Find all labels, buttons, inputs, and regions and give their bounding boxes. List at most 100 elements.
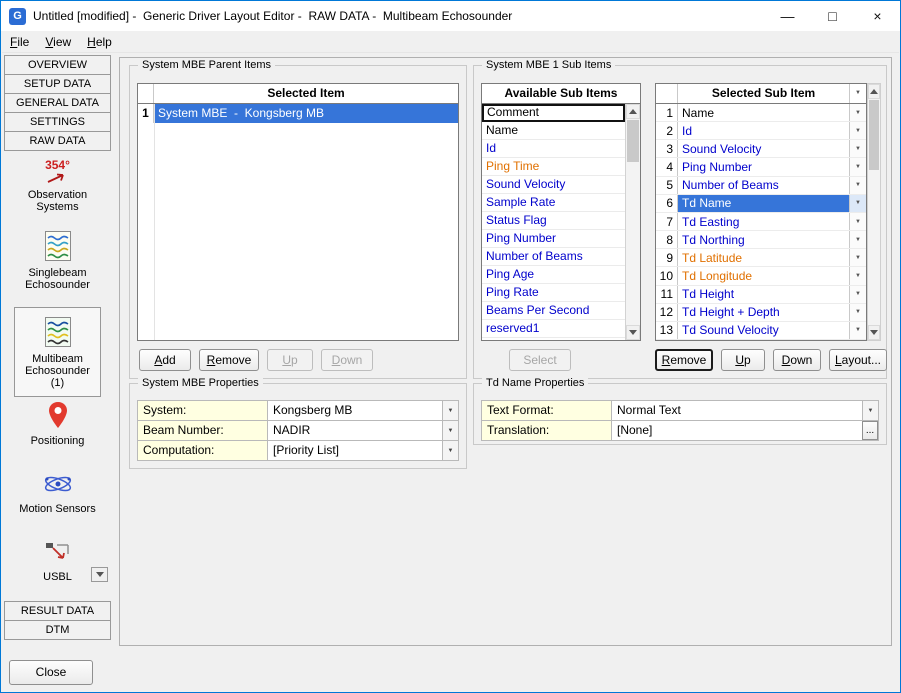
list-item[interactable]: Name: [482, 122, 625, 140]
list-item[interactable]: Comment: [482, 104, 625, 122]
list-item[interactable]: Ping Age: [482, 266, 625, 284]
dropdown-icon[interactable]: ▼: [849, 177, 866, 194]
remove-button[interactable]: Remove: [199, 349, 259, 371]
scroll-down-button[interactable]: [868, 325, 880, 340]
select-button[interactable]: Select: [509, 349, 571, 371]
dropdown-icon[interactable]: ▼: [849, 104, 866, 121]
scroll-down-button[interactable]: [626, 325, 640, 340]
list-item[interactable]: Id: [482, 140, 625, 158]
dropdown-icon[interactable]: ▼: [849, 249, 866, 266]
scroll-up-button[interactable]: [626, 104, 640, 119]
dropdown-icon[interactable]: ▼: [442, 421, 458, 440]
list-item[interactable]: Number of Beams: [482, 248, 625, 266]
sidebar-item-positioning[interactable]: Positioning: [6, 401, 109, 469]
maximize-button[interactable]: □: [810, 1, 855, 31]
scrollbar[interactable]: [625, 104, 640, 340]
sidebar-section-button[interactable]: SETUP DATA: [4, 74, 111, 94]
sidebar-section-button[interactable]: GENERAL DATA: [4, 93, 111, 113]
dropdown-icon[interactable]: ▼: [442, 441, 458, 460]
sidebar-section-button[interactable]: DTM: [4, 620, 111, 640]
field-value[interactable]: Kongsberg MB: [268, 401, 442, 420]
dropdown-icon[interactable]: ▼: [862, 401, 878, 420]
field-value[interactable]: Normal Text: [612, 401, 862, 420]
ellipsis-button[interactable]: ...: [862, 421, 878, 440]
table-row[interactable]: 11 Td Height ▼: [656, 286, 866, 304]
scroll-track[interactable]: [626, 119, 640, 325]
table-row[interactable]: 10 Td Longitude ▼: [656, 267, 866, 285]
remove-sub-item-button[interactable]: Remove: [655, 349, 713, 371]
list-item[interactable]: Status Flag: [482, 212, 625, 230]
sidebar-section-button[interactable]: RAW DATA: [4, 131, 111, 151]
table-row[interactable]: 3 Sound Velocity ▼: [656, 140, 866, 158]
sidebar-sections-bottom: RESULT DATADTM: [4, 602, 111, 640]
scroll-track[interactable]: [868, 99, 880, 325]
down-sub-item-button[interactable]: Down: [773, 349, 821, 371]
sidebar-section-button[interactable]: SETTINGS: [4, 112, 111, 132]
dropdown-icon[interactable]: ▼: [849, 195, 866, 212]
sidebar-item-label: Positioning: [18, 435, 98, 447]
field-value[interactable]: [None]: [612, 421, 862, 440]
scroll-thumb[interactable]: [627, 120, 639, 162]
dropdown-icon[interactable]: ▼: [849, 304, 866, 321]
list-item[interactable]: Sample Rate: [482, 194, 625, 212]
sidebar-item-singlebeam-echosounder[interactable]: Singlebeam Echosounder: [6, 231, 109, 305]
add-button[interactable]: Add: [139, 349, 191, 371]
table-row[interactable]: 9 Td Latitude ▼: [656, 249, 866, 267]
list-item[interactable]: Ping Rate: [482, 284, 625, 302]
table-row[interactable]: 2 Id ▼: [656, 122, 866, 140]
row-label: Ping Number: [678, 158, 849, 175]
minimize-button[interactable]: —: [765, 1, 810, 31]
field-value[interactable]: [Priority List]: [268, 441, 442, 460]
dropdown-icon[interactable]: ▼: [849, 158, 866, 175]
scroll-thumb[interactable]: [869, 100, 879, 170]
list-item[interactable]: Ping Time: [482, 158, 625, 176]
table-row[interactable]: 13 Td Sound Velocity ▼: [656, 322, 866, 340]
dropdown-icon[interactable]: ▼: [849, 267, 866, 284]
sidebar-section-button[interactable]: RESULT DATA: [4, 601, 111, 621]
sidebar-scroll-down-button[interactable]: [91, 567, 108, 582]
sidebar-item-multibeam-echosounder[interactable]: Multibeam Echosounder (1): [14, 307, 101, 397]
table-row[interactable]: 7 Td Easting ▼: [656, 213, 866, 231]
dropdown-icon[interactable]: ▼: [849, 322, 866, 339]
sidebar-section-button[interactable]: OVERVIEW: [4, 55, 111, 75]
layout-button[interactable]: Layout...: [829, 349, 887, 371]
up-sub-item-button[interactable]: Up: [721, 349, 765, 371]
up-button[interactable]: Up: [267, 349, 313, 371]
chevron-down-icon: [870, 330, 878, 335]
dropdown-icon[interactable]: ▼: [849, 140, 866, 157]
scrollbar[interactable]: [867, 83, 881, 341]
table-row[interactable]: 5 Number of Beams ▼: [656, 177, 866, 195]
row-number: 13: [656, 322, 678, 339]
field-value[interactable]: NADIR: [268, 421, 442, 440]
table-row[interactable]: 8 Td Northing ▼: [656, 231, 866, 249]
dropdown-icon[interactable]: ▼: [442, 401, 458, 420]
close-button[interactable]: Close: [9, 660, 93, 685]
scroll-up-button[interactable]: [868, 84, 880, 99]
sidebar-item-usbl[interactable]: USBL: [6, 541, 109, 591]
observation-systems-icon: 354°: [6, 159, 109, 186]
field-label: Computation:: [138, 441, 268, 460]
list-item[interactable]: Ping Number: [482, 230, 625, 248]
sidebar-item-observation-systems[interactable]: 354° Observation Systems: [6, 159, 109, 229]
table-body: 1 Name ▼ 2 Id ▼ 3 Sound Velocity ▼: [656, 104, 866, 340]
table-row[interactable]: 1 Name ▼: [656, 104, 866, 122]
dropdown-icon[interactable]: ▼: [849, 286, 866, 303]
menu-file[interactable]: File: [2, 31, 37, 52]
dropdown-icon[interactable]: ▼: [849, 122, 866, 139]
list-item[interactable]: reserved1: [482, 320, 625, 338]
menu-view[interactable]: View: [37, 31, 79, 52]
menu-help[interactable]: Help: [79, 31, 120, 52]
list-item[interactable]: Sound Velocity: [482, 176, 625, 194]
row-label: Td Height + Depth: [678, 304, 849, 321]
dropdown-icon[interactable]: ▼: [849, 213, 866, 230]
table-row[interactable]: 12 Td Height + Depth ▼: [656, 304, 866, 322]
sidebar-sections-top: OVERVIEWSETUP DATAGENERAL DATASETTINGSRA…: [4, 56, 111, 151]
table-row[interactable]: 4 Ping Number ▼: [656, 158, 866, 176]
list-item[interactable]: Beams Per Second: [482, 302, 625, 320]
sidebar-item-motion-sensors[interactable]: Motion Sensors: [6, 471, 109, 535]
down-button[interactable]: Down: [321, 349, 373, 371]
dropdown-icon[interactable]: ▼: [849, 231, 866, 248]
close-window-button[interactable]: ×: [855, 1, 900, 31]
table-row[interactable]: 1 System MBE - Kongsberg MB: [138, 104, 458, 123]
table-row[interactable]: 6 Td Name ▼: [656, 195, 866, 213]
